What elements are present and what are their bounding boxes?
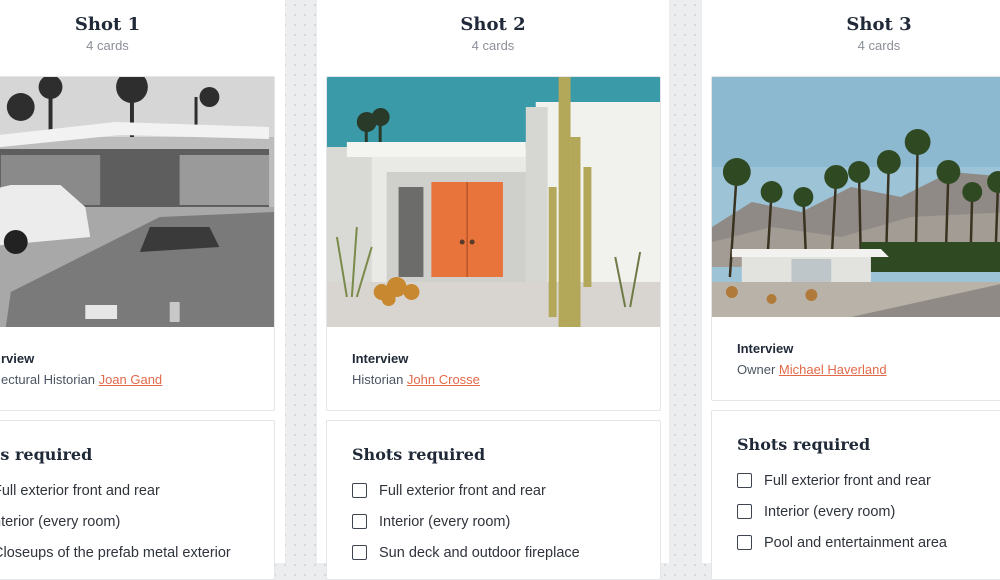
column-title: Shot 3 [846, 14, 912, 35]
column-shot-2: Shot 2 4 cards Interview Historian John … [317, 0, 669, 580]
interviewee-link[interactable]: Michael Haverland [779, 362, 887, 377]
card-type-label: Interview [352, 351, 409, 366]
shot-checklist-item[interactable]: Interior (every room) [352, 506, 650, 537]
shots-title: ts required [0, 445, 93, 464]
column-header: Shot 2 4 cards [317, 0, 669, 54]
column-header: Shot 1 4 cards [0, 0, 285, 54]
interviewee-role: ectural Historian [1, 372, 95, 387]
interview-info: rview ectural Historian Joan Gand [1, 351, 264, 388]
shot-label: Interior (every room) [379, 513, 511, 530]
interview-info: Interview Owner Michael Haverland [737, 341, 1000, 378]
interviewee: Owner Michael Haverland [737, 362, 1000, 378]
shot-label: Sun deck and outdoor fireplace [379, 544, 580, 561]
column-card-count: 4 cards [857, 38, 901, 53]
house-photo [327, 77, 660, 327]
shot-checklist-item[interactable]: Interior (every room) [737, 496, 1000, 527]
interview-card[interactable]: Interview Owner Michael Haverland [711, 76, 1000, 401]
shots-card: Shots required Full exterior front and r… [326, 420, 661, 580]
checkbox[interactable] [352, 545, 367, 560]
shot-checklist-item[interactable]: Full exterior front and rear [352, 475, 650, 506]
column-shot-3: Shot 3 4 cards Interview Owner Michael H… [702, 0, 1000, 580]
checkbox[interactable] [737, 473, 752, 488]
shot-label: Full exterior front and rear [379, 482, 546, 499]
shot-checklist-item[interactable]: Closeups of the prefab metal exterior [0, 537, 264, 568]
house-photo [0, 77, 274, 327]
shot-label: Pool and entertainment area [764, 534, 947, 551]
card-type-label: Interview [737, 341, 794, 356]
checkbox[interactable] [737, 504, 752, 519]
shot-label: Full exterior front and rear [764, 472, 931, 489]
shots-title: Shots required [352, 445, 486, 464]
shots-title: Shots required [737, 435, 871, 454]
card-type-label: rview [1, 351, 35, 366]
shots-list: ts required Full exterior front and rear… [0, 445, 264, 568]
shot-label: nterior (every room) [0, 513, 121, 530]
shots-list: Shots required Full exterior front and r… [737, 435, 1000, 558]
interviewee-role: Historian [352, 372, 404, 387]
interview-card[interactable]: Interview Historian John Crosse [326, 76, 661, 411]
shots-card: Shots required Full exterior front and r… [711, 410, 1000, 580]
shot-checklist-item[interactable]: Sun deck and outdoor fireplace [352, 537, 650, 568]
shot-checklist-item[interactable]: Pool and entertainment area [737, 527, 1000, 558]
column-card-count: 4 cards [86, 38, 129, 53]
shot-checklist-item[interactable]: Full exterior front and rear [0, 475, 264, 506]
interviewee-role: Owner [737, 362, 776, 377]
checkbox[interactable] [352, 514, 367, 529]
shots-card: ts required Full exterior front and rear… [0, 420, 275, 580]
column-header: Shot 3 4 cards [702, 0, 1000, 54]
shot-label: Interior (every room) [764, 503, 896, 520]
shot-label: Full exterior front and rear [0, 482, 160, 499]
interviewee-link[interactable]: Joan Gand [99, 372, 163, 387]
shot-checklist-item[interactable]: Full exterior front and rear [737, 465, 1000, 496]
column-title: Shot 1 [74, 14, 141, 35]
shot-checklist-item[interactable]: nterior (every room) [0, 506, 264, 537]
column-card-count: 4 cards [471, 38, 515, 53]
shot-label: Closeups of the prefab metal exterior [0, 544, 231, 561]
interviewee-link[interactable]: John Crosse [407, 372, 480, 387]
checkbox[interactable] [737, 535, 752, 550]
interview-info: Interview Historian John Crosse [352, 351, 650, 388]
interviewee: Historian John Crosse [352, 372, 650, 388]
interviewee: ectural Historian Joan Gand [1, 372, 264, 388]
checkbox[interactable] [352, 483, 367, 498]
shots-list: Shots required Full exterior front and r… [352, 445, 650, 568]
column-shot-1: Shot 1 4 cards rview ectural Historian J… [0, 0, 285, 580]
column-title: Shot 2 [460, 14, 526, 35]
house-photo [712, 77, 1000, 317]
interview-card[interactable]: rview ectural Historian Joan Gand [0, 76, 275, 411]
